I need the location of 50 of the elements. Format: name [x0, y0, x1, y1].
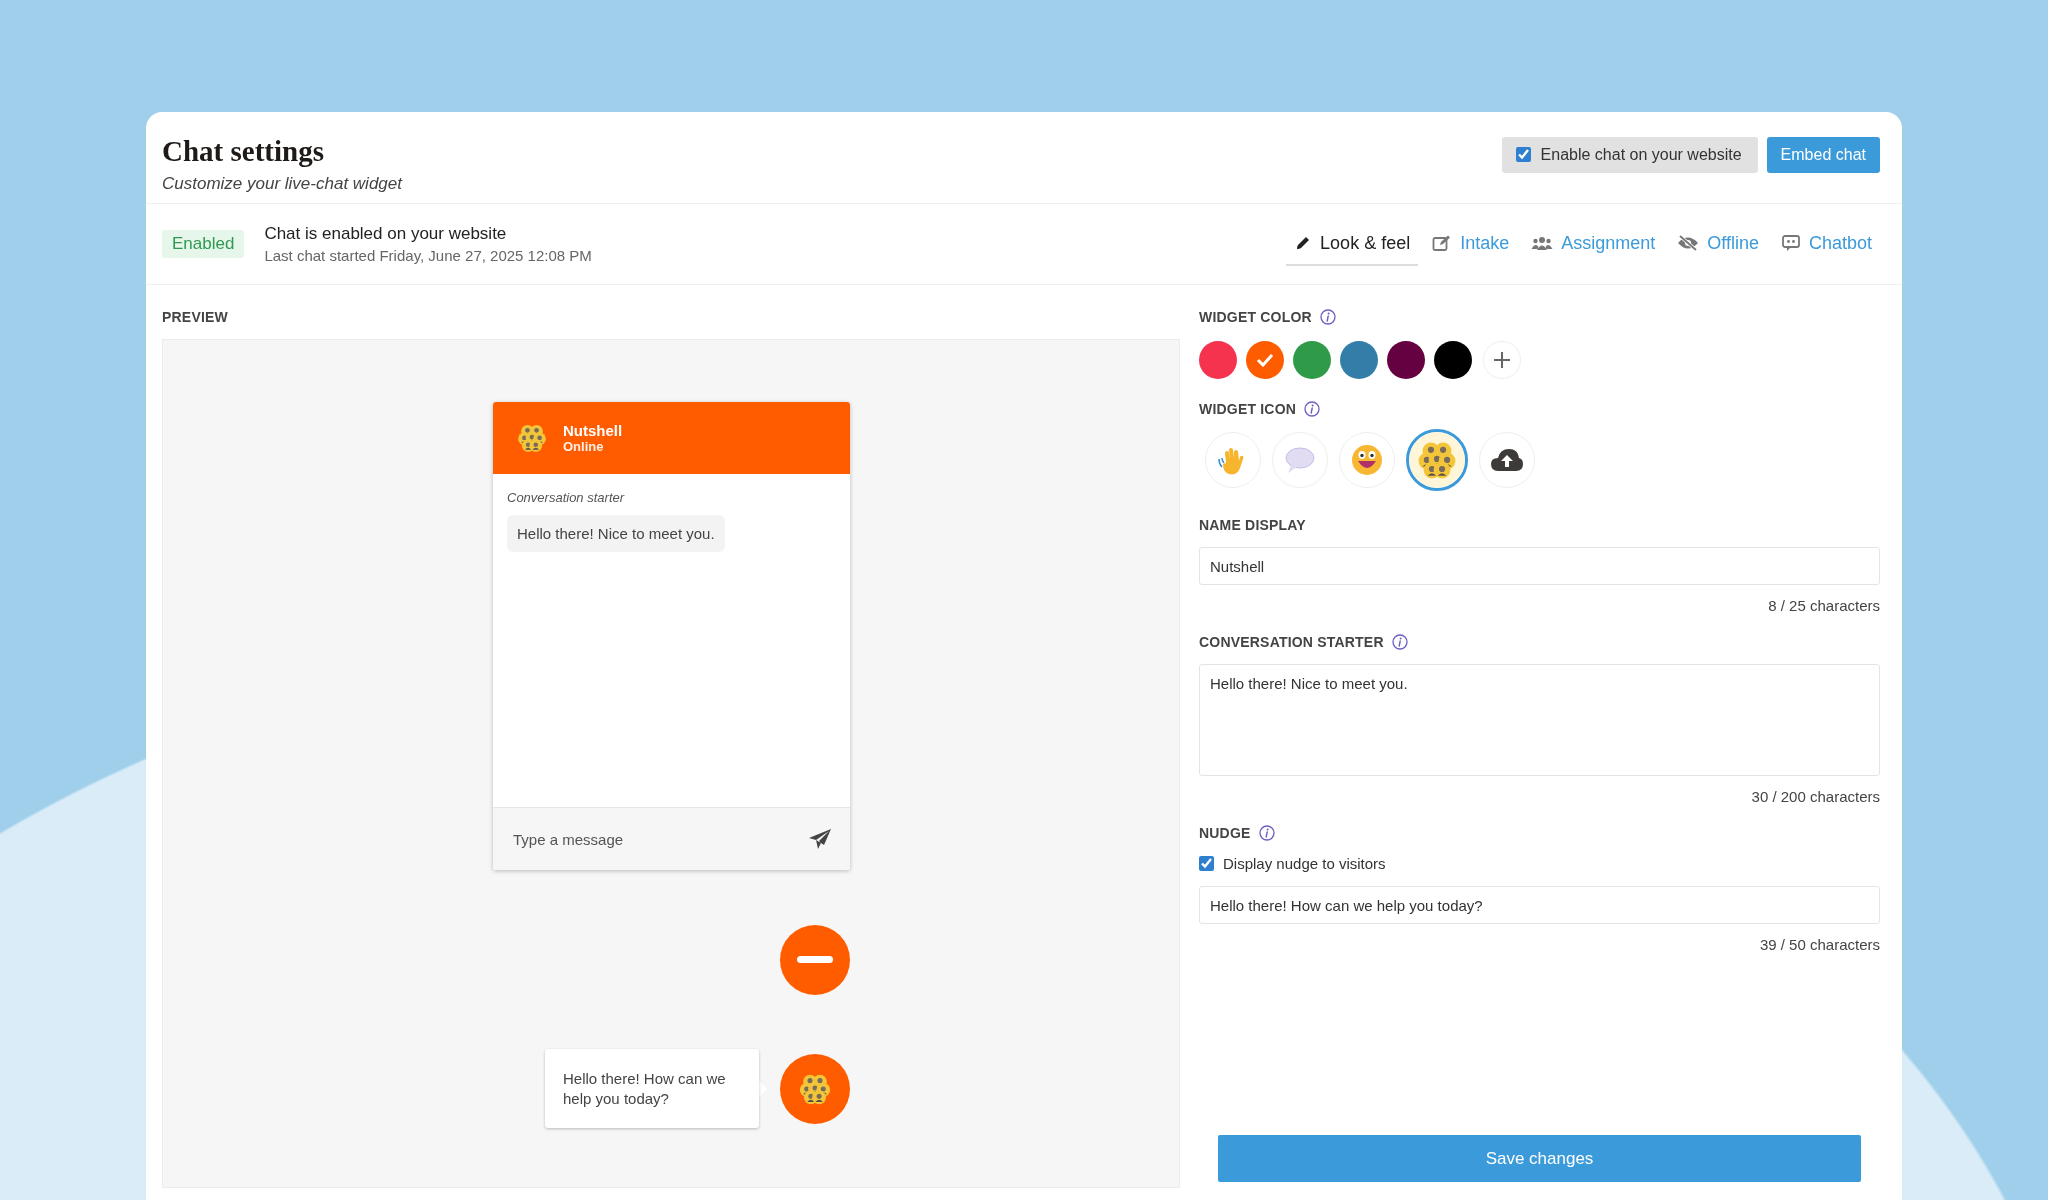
- info-icon[interactable]: [1319, 309, 1336, 325]
- nudge-input[interactable]: Hello there! How can we help you today?: [1199, 886, 1880, 924]
- info-icon[interactable]: [1304, 401, 1321, 417]
- smiley-face-icon: [1350, 443, 1384, 477]
- color-swatch[interactable]: [1434, 341, 1472, 379]
- color-swatch[interactable]: [1293, 341, 1331, 379]
- plus-icon: [1492, 350, 1512, 370]
- info-icon[interactable]: [1258, 825, 1275, 841]
- conversation-starter-input[interactable]: Hello there! Nice to meet you.: [1199, 664, 1880, 776]
- chat-bot-icon: [1780, 234, 1801, 252]
- widget-name: Nutshell: [563, 422, 623, 439]
- eye-slash-icon: [1677, 234, 1700, 252]
- widget-icon-label: WIDGET ICON: [1199, 401, 1297, 417]
- last-chat-text: Last chat started Friday, June 27, 2025 12:08 PM: [264, 247, 592, 264]
- color-swatch[interactable]: [1387, 341, 1425, 379]
- nudge-checkbox[interactable]: [1199, 856, 1214, 871]
- conversation-starter-label: CONVERSATION STARTER: [1199, 634, 1384, 650]
- tab[interactable]: Look & feel: [1286, 222, 1419, 266]
- people-icon: [1531, 234, 1554, 252]
- edit-form-icon: [1432, 234, 1453, 252]
- widget-status: Online: [563, 439, 605, 454]
- name-input[interactable]: Nutshell: [1199, 547, 1880, 585]
- character-count: 30 / 200 characters: [1750, 788, 1880, 805]
- page-title: Chat settings: [162, 135, 325, 168]
- send-icon[interactable]: [808, 828, 832, 850]
- bubble-pointer: [759, 1080, 767, 1097]
- color-swatch[interactable]: [1340, 341, 1378, 379]
- nudge-checkbox-label[interactable]: Display nudge to visitors: [1223, 855, 1386, 872]
- enable-chat-checkbox[interactable]: [1515, 147, 1531, 162]
- preview-label: PREVIEW: [162, 309, 229, 325]
- nudge-bubble: Hello there! How can we help you today?: [545, 1049, 759, 1128]
- info-icon[interactable]: [1391, 634, 1408, 650]
- widget-color-label: WIDGET COLOR: [1199, 309, 1312, 325]
- nudge-label: NUDGE: [1199, 825, 1251, 841]
- character-count: 8 / 25 characters: [1767, 597, 1880, 614]
- speech-bubble-icon: [1283, 445, 1317, 475]
- character-count: 39 / 50 characters: [1758, 936, 1880, 953]
- minus-icon: [797, 956, 833, 964]
- team-avatar-icon: [1409, 432, 1465, 488]
- starter-label: Conversation starter: [507, 490, 626, 505]
- cloud-upload-icon: [1490, 447, 1524, 473]
- add-color-button[interactable]: [1483, 341, 1521, 379]
- color-swatch[interactable]: [1199, 341, 1237, 379]
- name-display-label: NAME DISPLAY: [1199, 517, 1306, 533]
- status-message: Chat is enabled on your website: [264, 224, 508, 244]
- enable-chat-toggle[interactable]: Enable chat on your website: [1501, 136, 1758, 173]
- color-swatch[interactable]: [1246, 341, 1284, 379]
- status-badge: Enabled: [162, 230, 245, 258]
- starter-message: Hello there! Nice to meet you.: [507, 515, 725, 552]
- page-subtitle: Customize your live-chat widget: [162, 174, 402, 194]
